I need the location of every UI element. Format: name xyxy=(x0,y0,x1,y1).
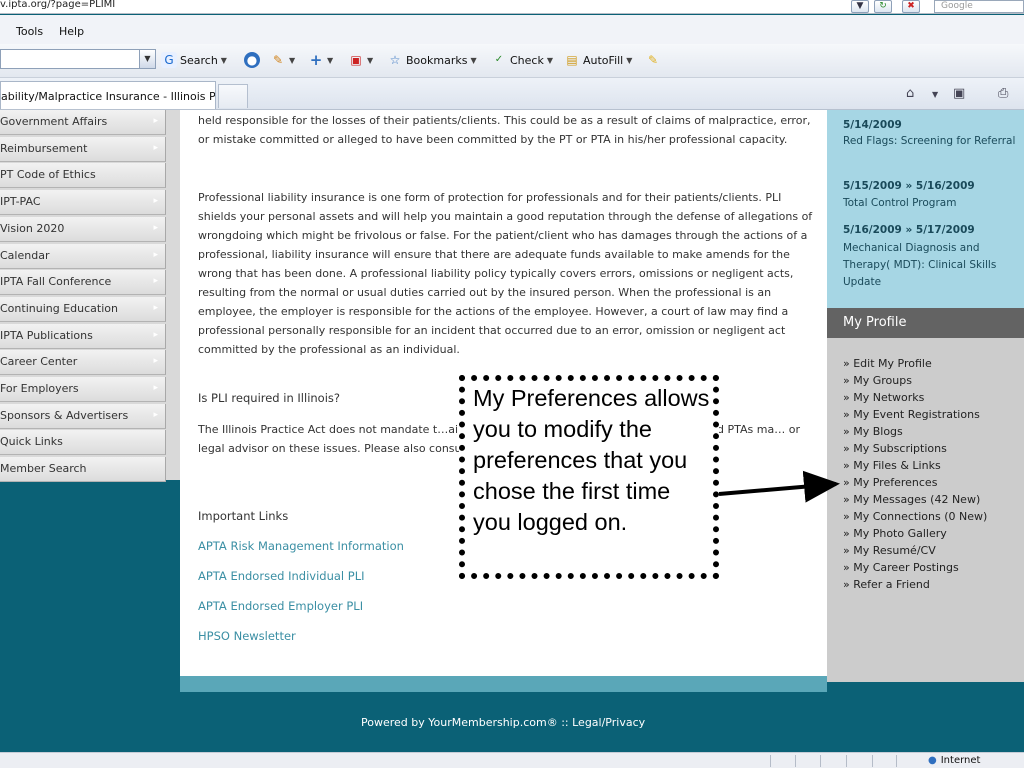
annotation-callout: My Preferences allows you to modify the … xyxy=(459,375,719,579)
callout-text: My Preferences allows you to modify the … xyxy=(473,385,710,535)
